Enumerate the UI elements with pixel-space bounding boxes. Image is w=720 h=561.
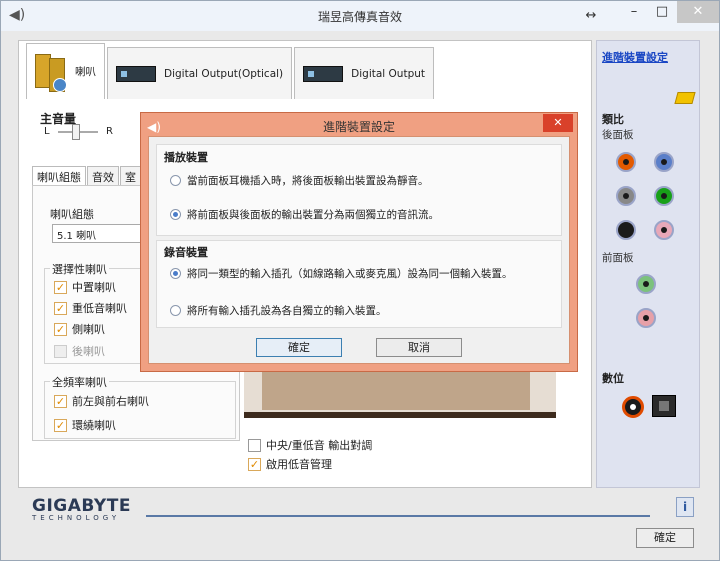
checkbox-box: ✓ <box>54 322 67 336</box>
dialog-cancel-button[interactable]: 取消 <box>376 338 462 357</box>
side-speaker-checkbox[interactable]: ✓ 側喇叭 <box>54 321 105 337</box>
checkbox-label: 啟用低音管理 <box>266 458 332 471</box>
checkbox-box: ✓ <box>248 457 261 471</box>
radio-label: 將前面板與後面板的輸出裝置分為兩個獨立的音訊流。 <box>187 209 439 221</box>
checkbox-label: 中央/重低音 輸出對調 <box>266 439 373 452</box>
logo-text: GIGABYTE <box>32 496 131 516</box>
balance-slider-thumb[interactable] <box>72 124 80 140</box>
digital-optical-jack-icon[interactable] <box>652 395 676 417</box>
master-volume-label: 主音量 <box>40 112 77 126</box>
optical-output-icon <box>116 65 156 82</box>
tab-speaker-config[interactable]: 喇叭組態 <box>32 166 86 187</box>
checkbox-label: 重低音喇叭 <box>72 302 127 315</box>
balance-left-label: L <box>44 126 50 137</box>
playback-option-mute[interactable]: 當前面板耳機插入時，將後面板輸出裝置設為靜音。 <box>170 173 429 188</box>
digital-title: 數位 <box>602 372 624 385</box>
gigabyte-logo: GIGABYTE TECHNOLOGY <box>32 496 131 522</box>
subwoofer-checkbox[interactable]: ✓ 重低音喇叭 <box>54 300 127 316</box>
maximize-button[interactable]: □ <box>649 1 675 23</box>
radio-button <box>170 268 181 279</box>
checkbox-box: ✓ <box>54 280 67 294</box>
playback-title: 播放裝置 <box>164 151 208 164</box>
back-panel-label: 後面板 <box>602 129 634 141</box>
checkbox-box: ✓ <box>54 394 67 408</box>
radio-button <box>170 209 181 220</box>
checkbox-box <box>54 344 67 358</box>
speaker-config-select[interactable]: 5.1 喇叭 <box>52 224 148 243</box>
tab-optical-output[interactable]: Digital Output(Optical) <box>107 47 293 99</box>
checkbox-label: 側喇叭 <box>72 323 105 336</box>
radio-label: 當前面板耳機插入時，將後面板輸出裝置設為靜音。 <box>187 175 429 187</box>
radio-button <box>170 175 181 186</box>
speaker-config-label: 喇叭組態 <box>50 208 94 221</box>
checkbox-box: ✓ <box>54 418 67 432</box>
tab-optical-output-label: Digital Output(Optical) <box>164 67 284 80</box>
speaker-icon <box>35 52 69 92</box>
balance-right-label: R <box>106 126 113 137</box>
surround-checkbox[interactable]: ✓ 環繞喇叭 <box>54 417 116 433</box>
jack-green[interactable] <box>654 186 674 206</box>
tab-digital-output-label: Digital Output <box>351 67 426 80</box>
fullrange-speakers-label: 全頻率喇叭 <box>50 374 109 390</box>
checkbox-label: 中置喇叭 <box>72 281 116 294</box>
info-button[interactable]: i <box>676 497 694 517</box>
close-button[interactable]: ✕ <box>677 1 719 23</box>
jack-pink[interactable] <box>654 220 674 240</box>
device-tab-bar: 喇叭 Digital Output(Optical) Digital Outpu… <box>26 43 436 99</box>
analog-title: 類比 <box>602 113 624 126</box>
record-option-grouped[interactable]: 將同一類型的輸入插孔（如線路輸入或麥克風）設為同一個輸入裝置。 <box>170 266 513 281</box>
record-title: 錄音裝置 <box>164 246 208 259</box>
record-option-separate[interactable]: 將所有輸入插孔設為各自獨立的輸入裝置。 <box>170 303 387 318</box>
radio-label: 將所有輸入插孔設為各自獨立的輸入裝置。 <box>187 305 387 317</box>
checkbox-label: 前左與前右喇叭 <box>72 395 149 408</box>
footer-divider <box>146 515 650 517</box>
checkbox-box: ✓ <box>54 301 67 315</box>
jack-orange[interactable] <box>616 152 636 172</box>
playback-group <box>156 144 562 236</box>
jack-blue[interactable] <box>654 152 674 172</box>
radio-label: 將同一類型的輸入插孔（如線路輸入或麥克風）設為同一個輸入裝置。 <box>187 268 513 280</box>
tab-effects[interactable]: 音效 <box>87 166 119 187</box>
resize-button[interactable]: ↔ <box>581 5 601 27</box>
swap-center-sub-checkbox[interactable]: 中央/重低音 輸出對調 <box>248 437 372 453</box>
stage-floor <box>262 372 530 410</box>
checkbox-box <box>248 438 261 452</box>
minimize-button[interactable]: – <box>621 1 647 23</box>
digital-coax-jack-icon[interactable] <box>622 396 644 418</box>
dialog-close-button[interactable]: ✕ <box>543 114 573 132</box>
advanced-settings-link[interactable]: 進階裝置設定 <box>602 49 668 65</box>
logo-subtext: TECHNOLOGY <box>32 514 121 522</box>
stage-edge <box>244 412 556 418</box>
jack-black[interactable] <box>616 220 636 240</box>
tab-speaker-label: 喇叭 <box>75 66 96 78</box>
dialog-title: 進階裝置設定 <box>322 120 395 134</box>
center-speaker-checkbox[interactable]: ✓ 中置喇叭 <box>54 279 116 295</box>
bass-management-checkbox[interactable]: ✓ 啟用低音管理 <box>248 456 332 472</box>
optional-speakers-label: 選擇性喇叭 <box>50 261 109 277</box>
tab-speaker[interactable]: 喇叭 <box>26 43 105 99</box>
tab-digital-output[interactable]: Digital Output <box>294 47 435 99</box>
title-bar: ◀) 瑞昱高傳真音效 ↔ – □ ✕ <box>1 1 719 31</box>
dialog-ok-button[interactable]: 確定 <box>256 338 342 357</box>
folder-icon[interactable] <box>674 92 696 104</box>
checkbox-label: 環繞喇叭 <box>72 419 116 432</box>
jack-gray[interactable] <box>616 186 636 206</box>
front-lr-checkbox[interactable]: ✓ 前左與前右喇叭 <box>54 393 149 409</box>
front-jack-pink[interactable] <box>636 308 656 328</box>
sub-tab-bar: 喇叭組態 音效 室 <box>32 166 142 187</box>
rear-speaker-checkbox[interactable]: 後喇叭 <box>54 343 105 359</box>
checkbox-label: 後喇叭 <box>72 345 105 358</box>
radio-button <box>170 305 181 316</box>
main-ok-button[interactable]: 確定 <box>636 528 694 548</box>
playback-option-separate[interactable]: 將前面板與後面板的輸出裝置分為兩個獨立的音訊流。 <box>170 207 439 222</box>
digital-output-icon <box>303 65 344 82</box>
front-panel-label: 前面板 <box>602 252 634 264</box>
tab-room[interactable]: 室 <box>120 166 141 187</box>
window-title: 瑞昱高傳真音效 <box>317 10 402 24</box>
front-jack-green[interactable] <box>636 274 656 294</box>
